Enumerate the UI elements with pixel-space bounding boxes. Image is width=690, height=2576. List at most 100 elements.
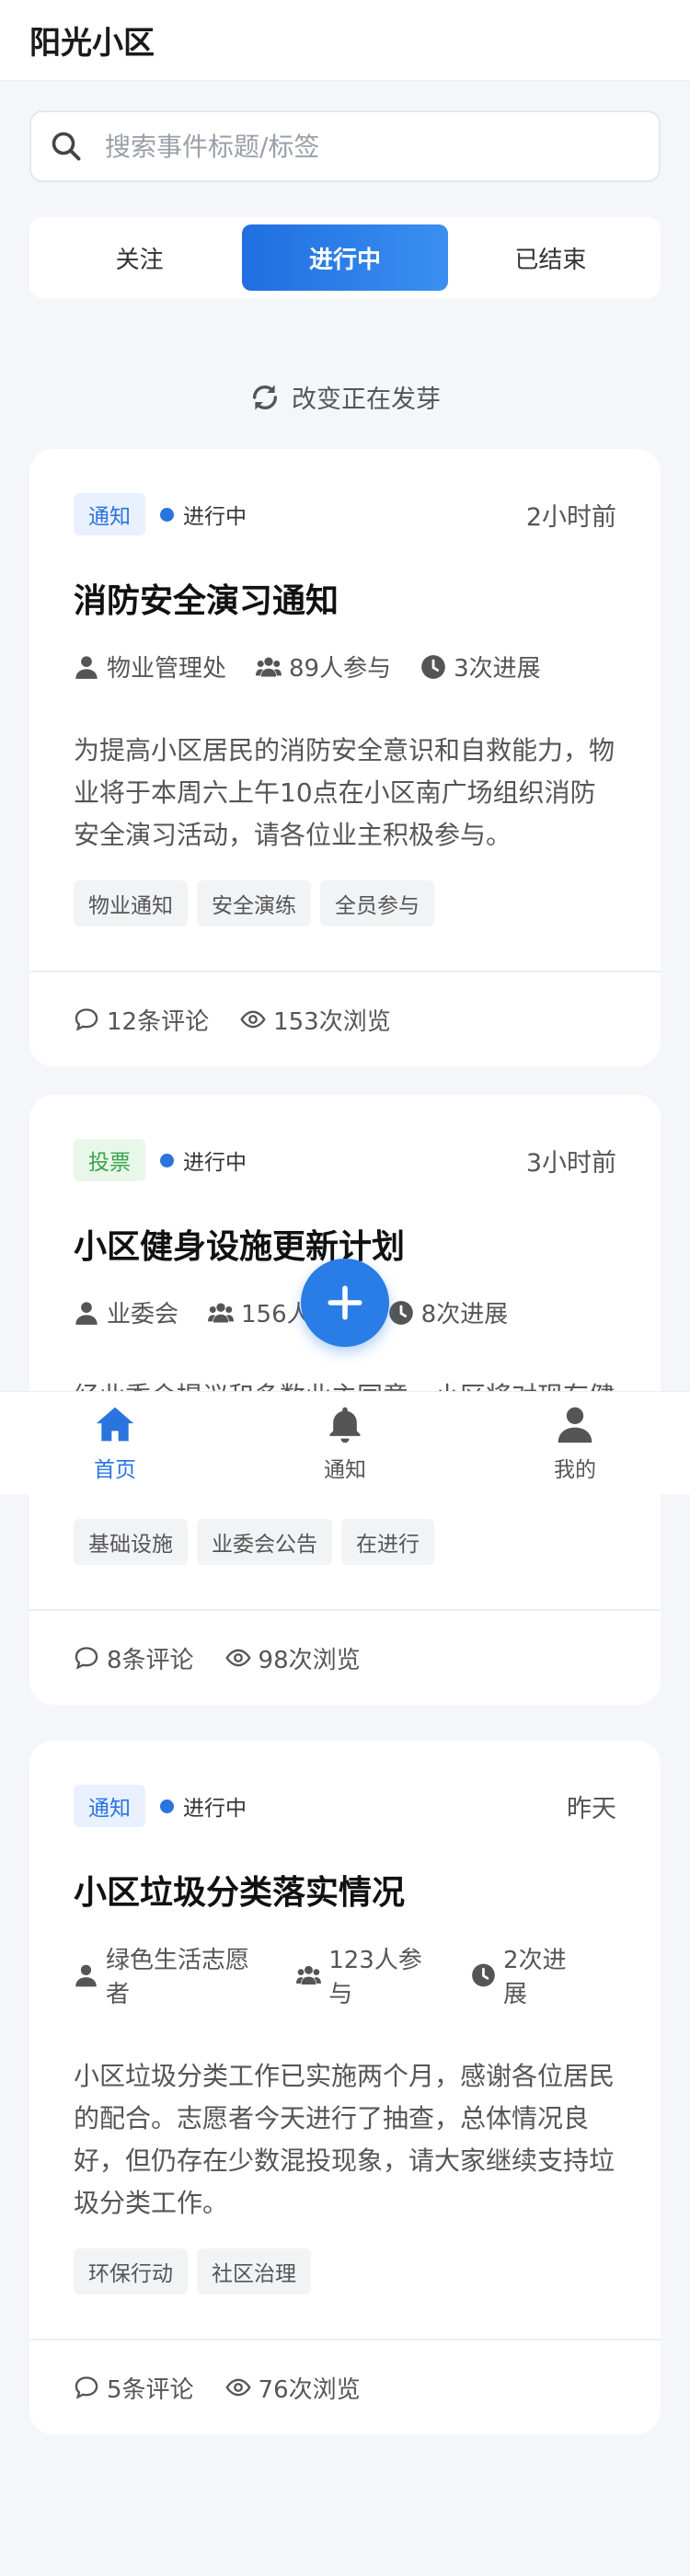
category-badge: 投票 xyxy=(74,1139,145,1181)
views-stat: 98次浏览 xyxy=(224,1641,361,1675)
users-icon xyxy=(256,657,282,676)
author-label: 物业管理处 xyxy=(107,655,227,683)
views-stat: 76次浏览 xyxy=(224,2371,361,2405)
user-icon xyxy=(75,1964,97,1987)
timestamp: 3小时前 xyxy=(525,1148,616,1178)
comment-icon xyxy=(75,1008,98,1031)
comment-icon xyxy=(75,1647,98,1670)
tab-ended[interactable]: 已结束 xyxy=(448,224,653,291)
tag-list: 环保行动 社区治理 xyxy=(74,2248,616,2294)
comments-stat[interactable]: 12条评论 xyxy=(74,1003,209,1037)
nav-notifications[interactable]: 通知 xyxy=(230,1392,460,1494)
plus-icon xyxy=(328,1285,362,1320)
bell-icon xyxy=(329,1407,361,1443)
author-label: 绿色生活志愿者 xyxy=(105,1947,249,2008)
search-bar[interactable] xyxy=(29,110,661,182)
card-footer: 12条评论 153次浏览 xyxy=(29,971,661,1066)
category-badge: 通知 xyxy=(74,493,145,535)
comments-stat[interactable]: 8条评论 xyxy=(74,1641,194,1675)
author-label: 业委会 xyxy=(107,1301,179,1328)
views-label: 153次浏览 xyxy=(273,1007,391,1036)
comment-icon xyxy=(75,2376,98,2399)
nav-profile[interactable]: 我的 xyxy=(460,1392,690,1494)
comments-label: 12条评论 xyxy=(107,1007,210,1036)
tag-list: 基础设施 业委会公告 在进行 xyxy=(74,1519,616,1565)
tag[interactable]: 业委会公告 xyxy=(197,1519,332,1565)
card-meta: 物业管理处 89人参与 3次进展 xyxy=(74,650,616,684)
users-icon xyxy=(208,1303,235,1322)
user-icon xyxy=(558,1407,592,1443)
progress-label: 8次进展 xyxy=(420,1301,509,1328)
timestamp: 昨天 xyxy=(567,1794,616,1823)
status-indicator: 进行中 xyxy=(160,1790,247,1822)
participants-label: 123人参与 xyxy=(328,1947,422,2008)
nav-notifications-label: 通知 xyxy=(324,1457,366,1482)
tag[interactable]: 在进行 xyxy=(341,1519,434,1565)
comments-label: 8条评论 xyxy=(107,1646,194,1674)
app-title: 阳光小区 xyxy=(29,25,155,62)
progress-label: 3次进展 xyxy=(454,655,541,683)
author: 物业管理处 xyxy=(74,650,226,684)
participants: 123人参与 xyxy=(296,1941,442,2009)
bottom-nav: 首页 通知 我的 xyxy=(0,1391,690,1494)
user-icon xyxy=(75,1301,98,1325)
status-dot xyxy=(160,1153,174,1167)
app-header: 阳光小区 xyxy=(0,0,690,81)
views-label: 76次浏览 xyxy=(258,2375,361,2404)
search-input[interactable] xyxy=(105,131,640,162)
comments-stat[interactable]: 5条评论 xyxy=(74,2371,194,2405)
card-title[interactable]: 小区垃圾分类落实情况 xyxy=(74,1866,616,1914)
status-indicator: 进行中 xyxy=(160,1144,247,1176)
progress: 8次进展 xyxy=(388,1295,509,1329)
user-icon xyxy=(75,655,98,679)
author: 业委会 xyxy=(74,1295,178,1329)
progress: 3次进展 xyxy=(420,650,541,684)
card-meta: 绿色生活志愿者 123人参与 2次进展 xyxy=(74,1941,616,2009)
tag[interactable]: 社区治理 xyxy=(197,2248,311,2294)
status-tabs: 关注 进行中 已结束 xyxy=(29,217,661,298)
status-label: 进行中 xyxy=(183,1797,247,1821)
participants: 89人参与 xyxy=(256,650,391,684)
category-badge: 通知 xyxy=(74,1785,145,1827)
tab-follow[interactable]: 关注 xyxy=(37,224,242,291)
eye-icon xyxy=(224,1649,251,1667)
timestamp: 2小时前 xyxy=(525,502,616,532)
card-footer: 8条评论 98次浏览 xyxy=(29,1609,661,1705)
author: 绿色生活志愿者 xyxy=(74,1941,267,2009)
clock-icon xyxy=(388,1300,413,1325)
tag[interactable]: 物业通知 xyxy=(74,880,188,926)
card-title[interactable]: 消防安全演习通知 xyxy=(74,574,616,622)
progress: 2次进展 xyxy=(471,1941,587,2009)
event-card[interactable]: 通知 进行中 2小时前 消防安全演习通知 物业管理处 89人参与 3次进展 为提… xyxy=(29,449,661,1066)
tag[interactable]: 全员参与 xyxy=(320,880,434,926)
card-description: 为提高小区居民的消防安全意识和自救能力，物业将于本周六上午10点在小区南广场组织… xyxy=(74,735,615,850)
comments-label: 5条评论 xyxy=(107,2375,194,2404)
status-label: 进行中 xyxy=(183,1151,247,1175)
status-indicator: 进行中 xyxy=(160,499,247,530)
eye-icon xyxy=(240,1010,266,1029)
progress-label: 2次进展 xyxy=(503,1947,567,2008)
nav-home-label: 首页 xyxy=(94,1457,136,1482)
tab-in-progress[interactable]: 进行中 xyxy=(242,224,448,291)
tag[interactable]: 安全演练 xyxy=(197,880,311,926)
users-icon xyxy=(296,1965,322,1985)
card-footer: 5条评论 76次浏览 xyxy=(29,2339,661,2434)
clock-icon xyxy=(421,654,445,679)
add-event-button[interactable] xyxy=(301,1259,389,1347)
status-label: 进行中 xyxy=(183,505,247,529)
tag[interactable]: 基础设施 xyxy=(74,1519,188,1565)
status-dot xyxy=(160,507,174,522)
tag-list: 物业通知 安全演练 全员参与 xyxy=(74,880,616,926)
event-card[interactable]: 通知 进行中 昨天 小区垃圾分类落实情况 绿色生活志愿者 123人参与 2次进展… xyxy=(29,1741,661,2434)
search-icon xyxy=(52,132,81,161)
refresh-label: 改变正在发芽 xyxy=(292,385,441,414)
nav-home[interactable]: 首页 xyxy=(0,1392,230,1494)
home-icon xyxy=(96,1407,134,1441)
tag[interactable]: 环保行动 xyxy=(74,2248,188,2294)
refresh-icon xyxy=(252,385,278,409)
views-stat: 153次浏览 xyxy=(240,1003,391,1037)
status-dot xyxy=(160,1799,174,1813)
refresh-indicator: 改变正在发芽 xyxy=(0,379,690,415)
participants-label: 89人参与 xyxy=(289,655,392,683)
card-description: 小区垃圾分类工作已实施两个月，感谢各位居民的配合。志愿者今天进行了抽查，总体情况… xyxy=(74,2061,615,2218)
